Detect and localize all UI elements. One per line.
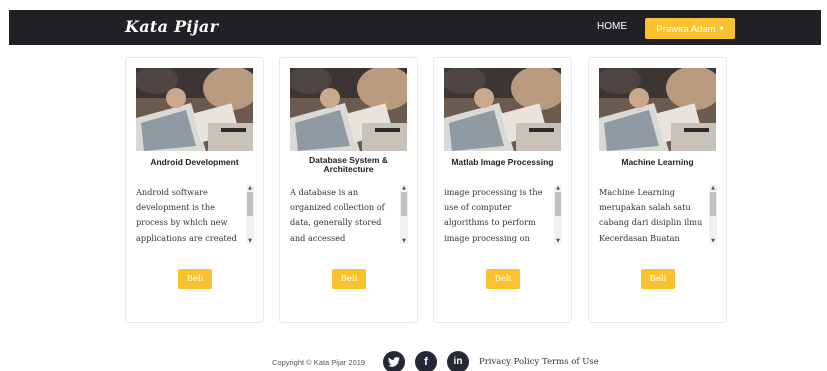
scroll-up-icon[interactable]: ▲	[709, 185, 717, 191]
course-description-box[interactable]: A database is an organized collection of…	[290, 185, 408, 244]
course-image	[290, 68, 407, 151]
course-description-box[interactable]: Android software development is the proc…	[136, 185, 254, 244]
scrollbar-thumb[interactable]	[710, 192, 716, 216]
scroll-up-icon[interactable]: ▲	[246, 185, 254, 191]
course-card: Machine Learning Machine Learning merupa…	[588, 57, 727, 323]
buy-button[interactable]: Beli	[332, 269, 366, 289]
scroll-down-icon[interactable]: ▼	[554, 238, 562, 244]
navbar: Kata Pijar HOME Prawira Adam ▾	[9, 10, 821, 45]
scrollbar[interactable]: ▲ ▼	[554, 185, 562, 244]
course-card: Android Development Android software dev…	[125, 57, 264, 323]
course-image	[136, 68, 253, 151]
course-title: Database System & Architecture	[309, 155, 388, 174]
course-image	[599, 68, 716, 151]
course-title: Machine Learning	[621, 157, 694, 167]
privacy-policy-link[interactable]: Privacy Policy	[479, 357, 539, 367]
twitter-icon[interactable]	[383, 351, 405, 371]
scrollbar-thumb[interactable]	[555, 192, 561, 216]
course-description: Android software development is the proc…	[136, 187, 237, 243]
linkedin-icon[interactable]: in	[447, 351, 469, 371]
copyright-text: Copyright © Kata Pijar 2019	[272, 358, 366, 367]
course-description: image processing is the use of computer …	[444, 187, 543, 243]
scrollbar[interactable]: ▲ ▼	[246, 185, 254, 244]
course-card: Matlab Image Processing image processing…	[433, 57, 572, 323]
buy-button[interactable]: Beli	[641, 269, 675, 289]
course-image	[444, 68, 561, 151]
nav-home-link[interactable]: HOME	[597, 21, 627, 32]
scrollbar[interactable]: ▲ ▼	[709, 185, 717, 244]
course-description-box[interactable]: Machine Learning merupakan salah satu ca…	[599, 185, 717, 244]
scroll-up-icon[interactable]: ▲	[400, 185, 408, 191]
course-description-box[interactable]: image processing is the use of computer …	[444, 185, 562, 244]
scroll-down-icon[interactable]: ▼	[709, 238, 717, 244]
user-menu-button[interactable]: Prawira Adam ▾	[645, 18, 735, 39]
scroll-up-icon[interactable]: ▲	[554, 185, 562, 191]
terms-of-use-link[interactable]: Terms of Use	[542, 357, 599, 367]
buy-button[interactable]: Beli	[486, 269, 520, 289]
scroll-down-icon[interactable]: ▼	[246, 238, 254, 244]
course-description: A database is an organized collection of…	[290, 187, 385, 243]
scrollbar-thumb[interactable]	[401, 192, 407, 216]
caret-down-icon: ▾	[719, 24, 724, 33]
course-title: Matlab Image Processing	[451, 157, 554, 167]
brand-logo[interactable]: Kata Pijar	[125, 17, 218, 36]
scrollbar-thumb[interactable]	[247, 192, 253, 216]
scrollbar[interactable]: ▲ ▼	[400, 185, 408, 244]
course-card: Database System & Architecture A databas…	[279, 57, 418, 323]
course-description: Machine Learning merupakan salah satu ca…	[599, 187, 703, 243]
buy-button[interactable]: Beli	[178, 269, 212, 289]
user-name-label: Prawira Adam	[656, 24, 716, 35]
scroll-down-icon[interactable]: ▼	[400, 238, 408, 244]
course-title: Android Development	[150, 157, 239, 167]
facebook-icon[interactable]: f	[415, 351, 437, 371]
